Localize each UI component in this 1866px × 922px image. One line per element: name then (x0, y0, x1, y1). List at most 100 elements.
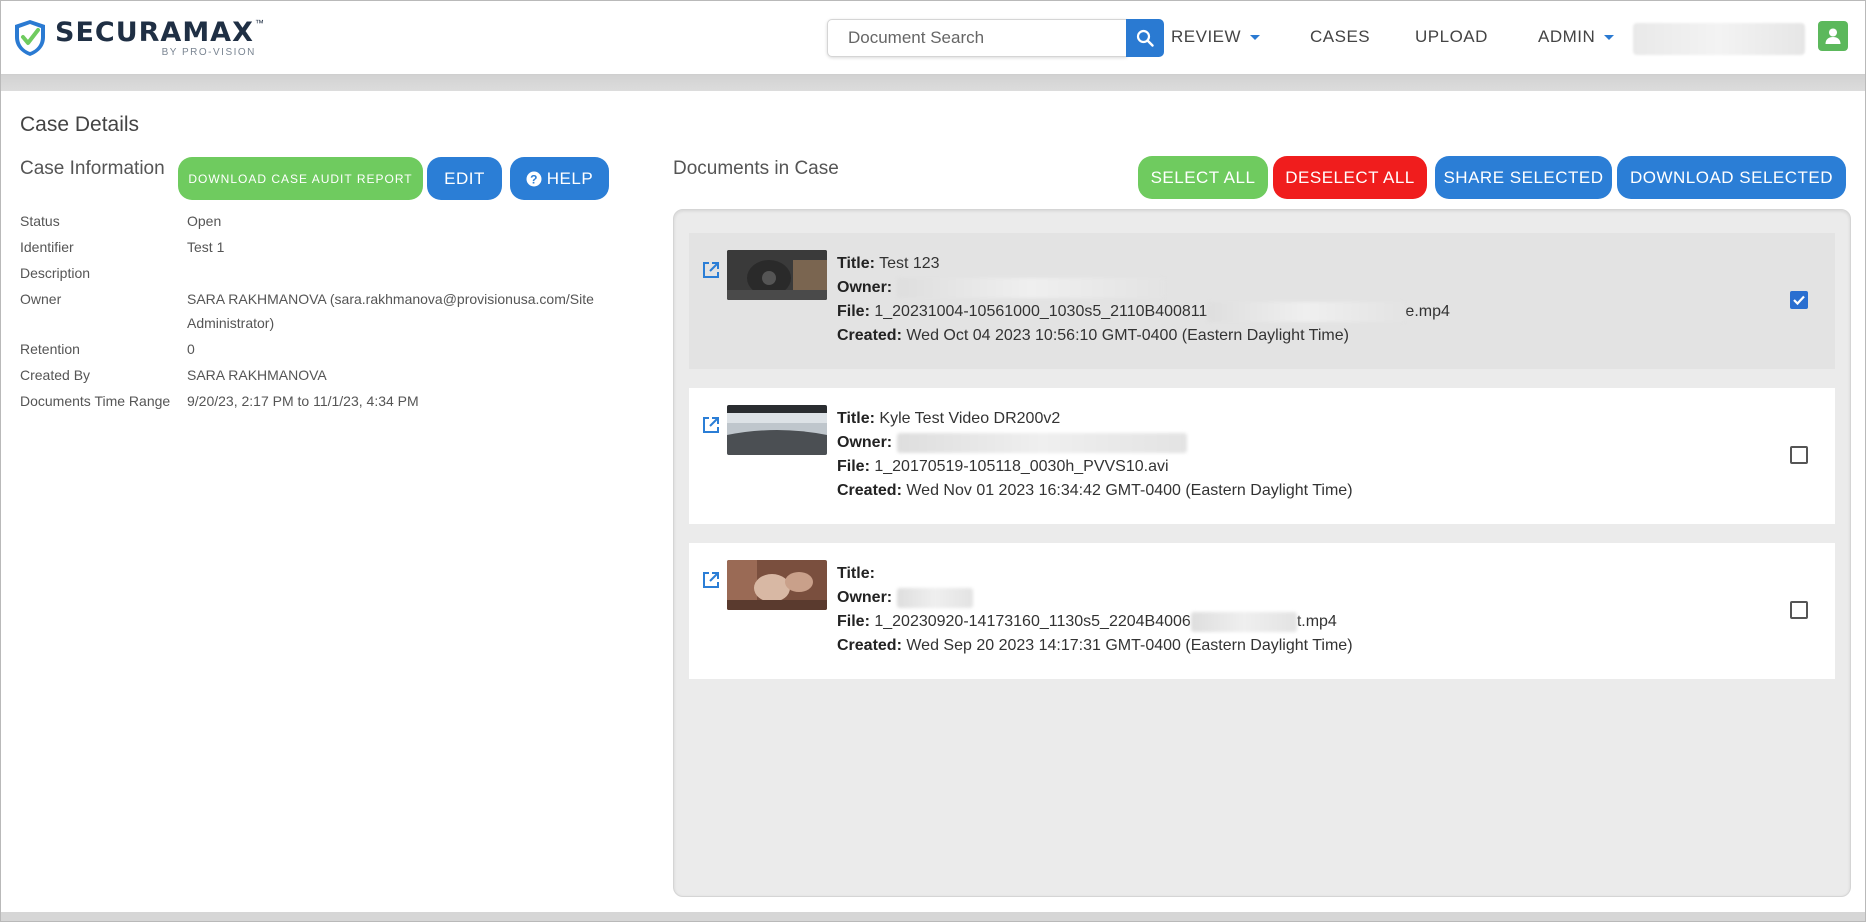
nav-cases-label: CASES (1310, 27, 1371, 46)
top-header: SECURAMAX™ BY PRO-VISION REVIEW CASES UP… (1, 1, 1865, 75)
info-row-status: Status Open (20, 209, 610, 233)
share-selected-button[interactable]: SHARE SELECTED (1435, 156, 1612, 199)
securamax-logo[interactable]: SECURAMAX™ BY PRO-VISION (13, 15, 264, 61)
deselect-all-button[interactable]: DESELECT ALL (1273, 156, 1427, 199)
select-checkbox[interactable] (1790, 601, 1808, 619)
info-label: Owner (20, 291, 62, 307)
file-name-start: 1_20231004-10561000_1030s5_2110B400811 (874, 303, 1208, 320)
documents-in-case-title: Documents in Case (673, 158, 839, 179)
nav-admin[interactable]: ADMIN (1538, 27, 1615, 47)
owner-redacted (896, 277, 1165, 298)
info-row-time-range: Documents Time Range 9/20/23, 2:17 PM to… (20, 389, 610, 413)
created-date: Wed Nov 01 2023 16:34:42 GMT-0400 (Easte… (906, 482, 1353, 499)
file-name-redacted (1190, 611, 1297, 632)
select-all-button[interactable]: SELECT ALL (1138, 156, 1268, 199)
footer-bar (1, 912, 1865, 921)
file-name-start: 1_20230920-14173160_1130s5_2204B4006 (874, 613, 1191, 630)
help-button[interactable]: ? HELP (510, 157, 609, 200)
document-title: Test 123 (879, 255, 940, 272)
file-label: File: (837, 613, 870, 630)
video-thumbnail[interactable] (727, 560, 827, 610)
document-card[interactable]: Title: Kyle Test Video DR200v2 Owner: Fi… (689, 388, 1835, 524)
nav-upload[interactable]: UPLOAD (1415, 27, 1488, 47)
created-label: Created: (837, 327, 902, 344)
logo-wordmark: SECURAMAX (55, 16, 254, 48)
search-input[interactable] (828, 20, 1088, 56)
select-checkbox[interactable] (1790, 446, 1808, 464)
check-icon (1793, 295, 1805, 306)
file-label: File: (837, 303, 870, 320)
title-label: Title: (837, 410, 875, 427)
open-external-icon[interactable] (701, 415, 721, 435)
info-value: Open (187, 213, 222, 229)
owner-redacted (896, 432, 1187, 453)
info-label: Created By (20, 367, 91, 383)
case-information-title: Case Information (20, 158, 165, 179)
open-external-icon[interactable] (701, 260, 721, 280)
user-menu-button[interactable] (1818, 21, 1848, 51)
file-name-start: 1_20170519-105118_0030h_PVVS10.avi (874, 458, 1169, 475)
file-name-end: t.mp4 (1296, 613, 1337, 630)
owner-label: Owner: (837, 589, 893, 606)
info-row-owner: Owner SARA RAKHMANOVA (sara.rakhmanova@p… (20, 287, 610, 335)
video-thumbnail[interactable] (727, 250, 827, 300)
help-icon: ? (526, 171, 542, 186)
download-selected-button[interactable]: DOWNLOAD SELECTED (1617, 156, 1846, 199)
open-external-icon[interactable] (701, 570, 721, 590)
case-info-table: Status Open Identifier Test 1 Descriptio… (20, 209, 610, 415)
file-name-redacted (1207, 301, 1406, 322)
info-row-description: Description (20, 261, 610, 285)
svg-text:?: ? (530, 172, 538, 186)
title-label: Title: (837, 565, 875, 582)
caret-down-icon (1250, 34, 1261, 40)
search-button[interactable] (1126, 19, 1164, 57)
logo-trademark: ™ (254, 17, 264, 28)
document-card[interactable]: Title: Owner: File: 1_20230920-14173160_… (689, 543, 1835, 679)
document-meta: Title: Test 123 Owner: File: 1_20231004-… (837, 252, 1450, 348)
page-title: Case Details (20, 113, 140, 136)
documents-list: Title: Test 123 Owner: File: 1_20231004-… (673, 209, 1851, 897)
document-meta: Title: Kyle Test Video DR200v2 Owner: Fi… (837, 407, 1353, 503)
search-icon (1136, 29, 1154, 47)
title-label: Title: (837, 255, 875, 272)
select-checkbox[interactable] (1790, 291, 1808, 309)
info-label: Retention (20, 341, 80, 357)
owner-label: Owner: (837, 279, 893, 296)
nav-review-label: REVIEW (1171, 27, 1242, 46)
document-card[interactable]: Title: Test 123 Owner: File: 1_20231004-… (689, 233, 1835, 369)
thumbnail-image (727, 250, 827, 300)
help-button-label: HELP (546, 168, 594, 188)
logo-tagline: BY PRO-VISION (161, 46, 256, 58)
document-search (827, 19, 1164, 57)
thumbnail-image (727, 405, 827, 455)
shield-icon (15, 20, 45, 56)
owner-label: Owner: (837, 434, 893, 451)
video-thumbnail[interactable] (727, 405, 827, 455)
info-label: Status (20, 213, 60, 229)
caret-down-icon (1604, 34, 1615, 40)
edit-button[interactable]: EDIT (427, 157, 502, 200)
nav-cases[interactable]: CASES (1310, 27, 1370, 47)
created-label: Created: (837, 637, 902, 654)
info-label: Identifier (20, 239, 74, 255)
download-case-audit-report-button[interactable]: DOWNLOAD CASE AUDIT REPORT (178, 157, 423, 200)
document-title: Kyle Test Video DR200v2 (879, 410, 1061, 427)
info-row-identifier: Identifier Test 1 (20, 235, 610, 259)
info-value: Test 1 (187, 239, 225, 255)
user-name-redacted (1633, 23, 1805, 55)
document-meta: Title: Owner: File: 1_20230920-14173160_… (837, 562, 1353, 658)
info-row-created-by: Created By SARA RAKHMANOVA (20, 363, 610, 387)
created-date: Wed Sep 20 2023 14:17:31 GMT-0400 (Easte… (906, 637, 1353, 654)
app-window: SECURAMAX™ BY PRO-VISION REVIEW CASES UP… (0, 0, 1866, 922)
owner-redacted (896, 587, 973, 608)
nav-admin-label: ADMIN (1538, 27, 1596, 46)
nav-review[interactable]: REVIEW (1171, 27, 1261, 47)
info-row-retention: Retention 0 (20, 337, 610, 361)
info-value: SARA RAKHMANOVA (sara.rakhmanova@provisi… (187, 291, 594, 331)
file-label: File: (837, 458, 870, 475)
info-value: 0 (187, 341, 195, 357)
info-value (187, 261, 610, 285)
info-label: Documents Time Range (20, 393, 171, 409)
created-label: Created: (837, 482, 902, 499)
nav-upload-label: UPLOAD (1415, 27, 1488, 46)
